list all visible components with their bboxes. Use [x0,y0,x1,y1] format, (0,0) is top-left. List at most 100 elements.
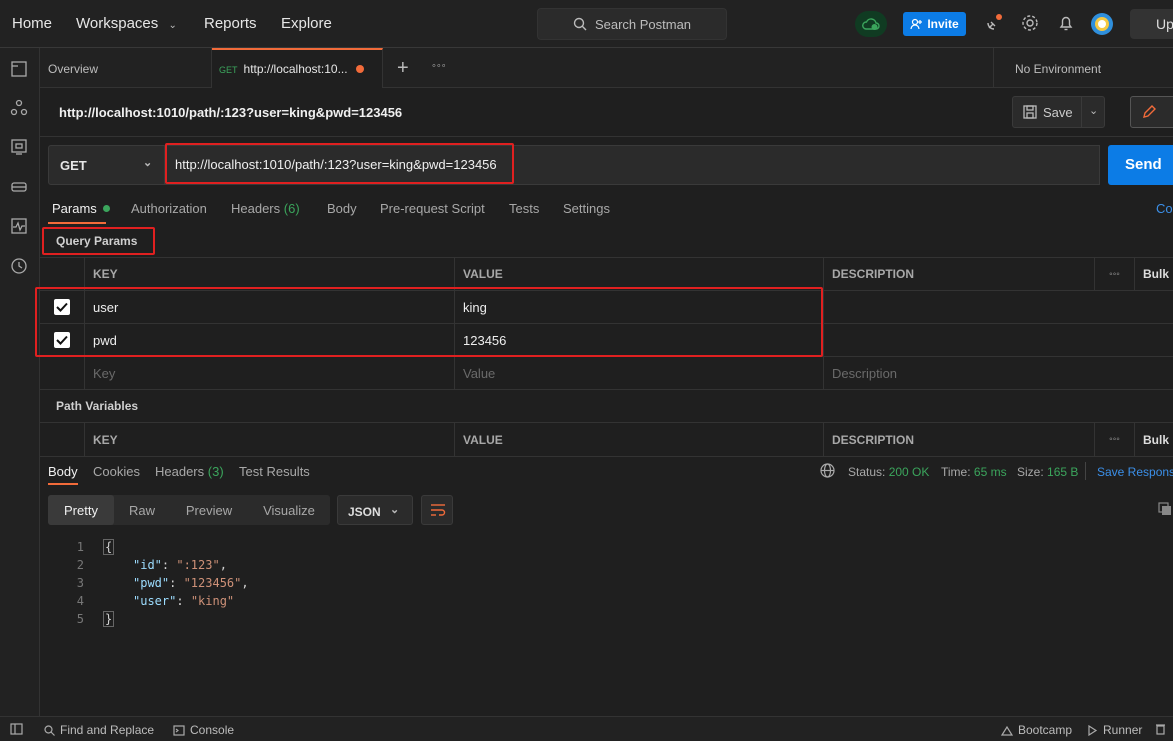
console-icon [173,724,185,736]
cookies-link[interactable]: Co [1156,201,1173,216]
nav-explore[interactable]: Explore [281,15,332,32]
sync-status-button[interactable] [855,11,887,37]
size-label: Size: [1017,465,1044,479]
value-column-header: VALUE [455,258,824,290]
tab-tests[interactable]: Tests [509,201,539,216]
tab-test-results[interactable]: Test Results [239,464,310,479]
tab-response-cookies[interactable]: Cookies [93,464,140,479]
save-dropdown-chevron-icon[interactable]: ⌄ [1089,104,1098,117]
pencil-icon [1143,105,1156,118]
param-description[interactable] [824,324,1173,356]
more-options-icon[interactable]: ◦◦◦ [1095,423,1135,456]
json-value: "123456" [183,576,242,590]
line-number: 5 [76,612,84,626]
environments-icon[interactable] [10,138,30,158]
method-select[interactable]: GET ⌄ [48,145,165,185]
search-input[interactable]: Search Postman [537,8,727,40]
edit-button[interactable] [1130,96,1173,128]
tab-overview[interactable]: Overview [40,48,212,88]
wrap-lines-button[interactable] [421,495,453,525]
collections-icon[interactable] [10,60,30,80]
search-placeholder: Search Postman [594,16,692,32]
tab-headers[interactable]: Headers (6) [231,201,300,216]
line-number: 4 [76,594,84,608]
find-replace-button[interactable]: Find and Replace [44,723,154,737]
description-placeholder[interactable]: Description [824,357,1173,389]
save-disk-icon [1023,105,1037,119]
satellite-icon[interactable] [985,14,1003,32]
nav-reports[interactable]: Reports [204,15,257,32]
param-value[interactable]: king [455,291,824,323]
format-label: JSON [348,505,381,519]
request-title[interactable]: http://localhost:1010/path/:123?user=kin… [59,105,402,120]
notification-bell-icon[interactable] [1057,14,1075,32]
bulk-edit-button[interactable]: Bulk E [1135,258,1173,290]
param-value[interactable]: 123456 [455,324,824,356]
invite-label: Invite [927,17,959,31]
avatar[interactable] [1090,12,1114,36]
format-select[interactable]: JSON ⌄ [337,495,413,525]
tab-pre-request-script[interactable]: Pre-request Script [380,201,485,216]
new-tab-plus-icon[interactable]: + [397,57,409,80]
table-header-row: KEY VALUE DESCRIPTION ◦◦◦ Bulk E [40,423,1173,456]
tab-authorization[interactable]: Authorization [131,201,207,216]
key-placeholder[interactable]: Key [85,357,455,389]
nav-workspaces[interactable]: Workspaces ⌄ [76,15,177,32]
more-options-icon[interactable]: ◦◦◦ [1095,258,1135,290]
bulk-edit-button[interactable]: Bulk E [1135,423,1173,456]
response-size: Size: 165 B [1017,465,1078,479]
view-preview[interactable]: Preview [170,495,248,525]
runner-icon [1088,724,1098,736]
query-params-heading: Query Params [56,234,138,248]
environment-selector[interactable]: No Environment [993,48,1173,88]
tab-params[interactable]: Params [52,201,110,216]
toggle-sidebar-icon[interactable] [10,723,23,735]
json-line-pwd: "pwd": "123456", [133,576,249,590]
tab-response-headers[interactable]: Headers (3) [155,464,224,479]
param-checkbox[interactable] [40,291,85,323]
time-label: Time: [941,465,971,479]
tab-response-body[interactable]: Body [48,464,78,479]
json-value: "king" [190,594,235,608]
param-key[interactable]: pwd [85,324,455,356]
value-placeholder[interactable]: Value [455,357,824,389]
param-key[interactable]: user [85,291,455,323]
divider [1085,462,1086,480]
param-checkbox[interactable] [40,324,85,356]
invite-button[interactable]: Invite [903,12,966,36]
console-button[interactable]: Console [173,723,234,737]
view-raw[interactable]: Raw [114,495,170,525]
checkmark-icon [54,299,70,315]
save-button[interactable]: Save ⌄ [1012,96,1105,128]
settings-gear-icon[interactable] [1021,14,1039,32]
bootcamp-button[interactable]: Bootcamp [1001,723,1072,737]
send-button[interactable]: Send [1108,145,1173,185]
table-row: user king [40,291,1173,324]
nav-home[interactable]: Home [12,15,52,32]
runner-button[interactable]: Runner [1086,723,1142,737]
apis-icon[interactable] [10,99,30,119]
monitors-icon[interactable] [10,217,30,237]
left-sidebar [0,48,40,716]
key-column-header: KEY [85,423,455,456]
key-column-header: KEY [85,258,455,290]
upgrade-button[interactable]: Up [1130,9,1173,39]
save-label: Save [1043,105,1073,120]
url-text[interactable]: http://localhost:1010/path/:123?user=kin… [175,157,497,172]
trash-icon[interactable] [1155,723,1166,735]
globe-icon[interactable] [820,463,835,478]
tab-body[interactable]: Body [327,201,357,216]
copy-icon[interactable] [1158,502,1172,516]
json-open-brace: { [103,539,115,555]
tab-active-request[interactable]: GET http://localhost:10... [212,48,383,88]
view-pretty[interactable]: Pretty [48,495,114,525]
view-visualize[interactable]: Visualize [248,495,330,525]
save-response-button[interactable]: Save Response [1097,465,1173,479]
history-icon[interactable] [10,257,30,277]
more-tabs-icon[interactable]: ◦◦◦ [432,60,447,72]
description-column-header: DESCRIPTION [824,423,1095,456]
mock-servers-icon[interactable] [10,178,30,198]
checkbox-column-header [40,423,85,456]
param-description[interactable] [824,291,1173,323]
tab-settings[interactable]: Settings [563,201,610,216]
